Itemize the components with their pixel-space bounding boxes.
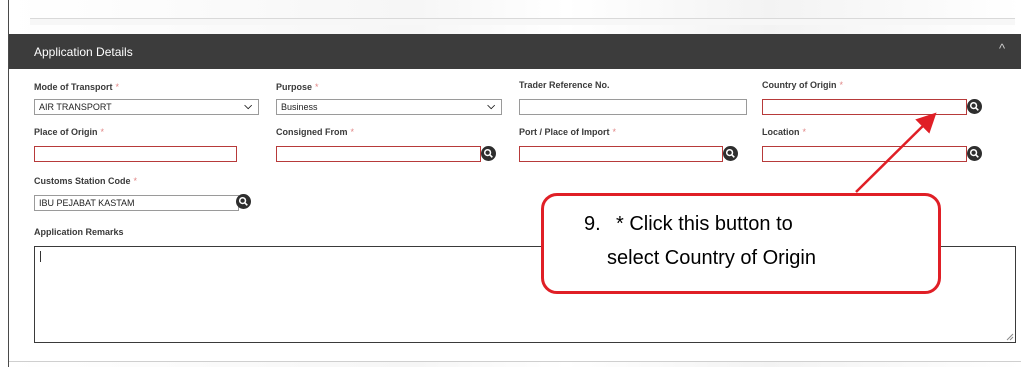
resize-grip-icon[interactable] bbox=[1006, 333, 1014, 341]
country-of-origin-label: Country of Origin * bbox=[762, 80, 844, 90]
mode-of-transport-select[interactable]: AIR TRANSPORT ⌵ bbox=[34, 99, 259, 115]
panel-title: Application Details bbox=[34, 45, 133, 59]
collapse-icon[interactable]: ^ bbox=[995, 42, 1009, 56]
trader-reference-input[interactable] bbox=[519, 99, 747, 115]
customs-station-code-input[interactable]: IBU PEJABAT KASTAM bbox=[34, 195, 239, 211]
country-of-origin-input[interactable] bbox=[762, 99, 967, 115]
callout-line-1: * Click this button to bbox=[616, 213, 793, 235]
consigned-from-label: Consigned From * bbox=[276, 127, 355, 137]
location-label: Location * bbox=[762, 127, 807, 137]
location-input[interactable] bbox=[762, 146, 967, 162]
callout-line-2: select Country of Origin bbox=[607, 247, 816, 269]
purpose-select[interactable]: Business ⌵ bbox=[276, 99, 502, 115]
application-remarks-label: Application Remarks bbox=[34, 227, 124, 237]
place-of-origin-label: Place of Origin * bbox=[34, 127, 105, 137]
purpose-label: Purpose * bbox=[276, 82, 319, 92]
bottom-divider bbox=[9, 361, 1021, 362]
callout-step-number: 9. bbox=[584, 213, 601, 235]
purpose-value: Business bbox=[281, 102, 318, 112]
chevron-down-icon: ⌵ bbox=[487, 101, 495, 112]
consigned-from-search-icon[interactable] bbox=[481, 146, 496, 161]
place-of-origin-input[interactable] bbox=[34, 146, 237, 162]
top-divider bbox=[30, 18, 1015, 25]
chevron-down-icon: ⌵ bbox=[244, 101, 252, 112]
mode-of-transport-label: Mode of Transport * bbox=[34, 82, 120, 92]
port-of-import-label: Port / Place of Import * bbox=[519, 127, 617, 137]
customs-station-code-label: Customs Station Code * bbox=[34, 176, 138, 186]
trader-reference-label: Trader Reference No. bbox=[519, 80, 610, 90]
port-of-import-search-icon[interactable] bbox=[723, 146, 738, 161]
mode-of-transport-value: AIR TRANSPORT bbox=[39, 102, 112, 112]
port-of-import-input[interactable] bbox=[519, 146, 723, 162]
customs-station-code-search-icon[interactable] bbox=[236, 194, 251, 209]
text-caret bbox=[40, 251, 41, 262]
consigned-from-input[interactable] bbox=[276, 146, 481, 162]
country-of-origin-search-icon[interactable] bbox=[967, 99, 982, 114]
panel-header: Application Details ^ bbox=[9, 34, 1021, 69]
instruction-callout: 9. * Click this button to select Country… bbox=[541, 193, 941, 294]
location-search-icon[interactable] bbox=[967, 146, 982, 161]
